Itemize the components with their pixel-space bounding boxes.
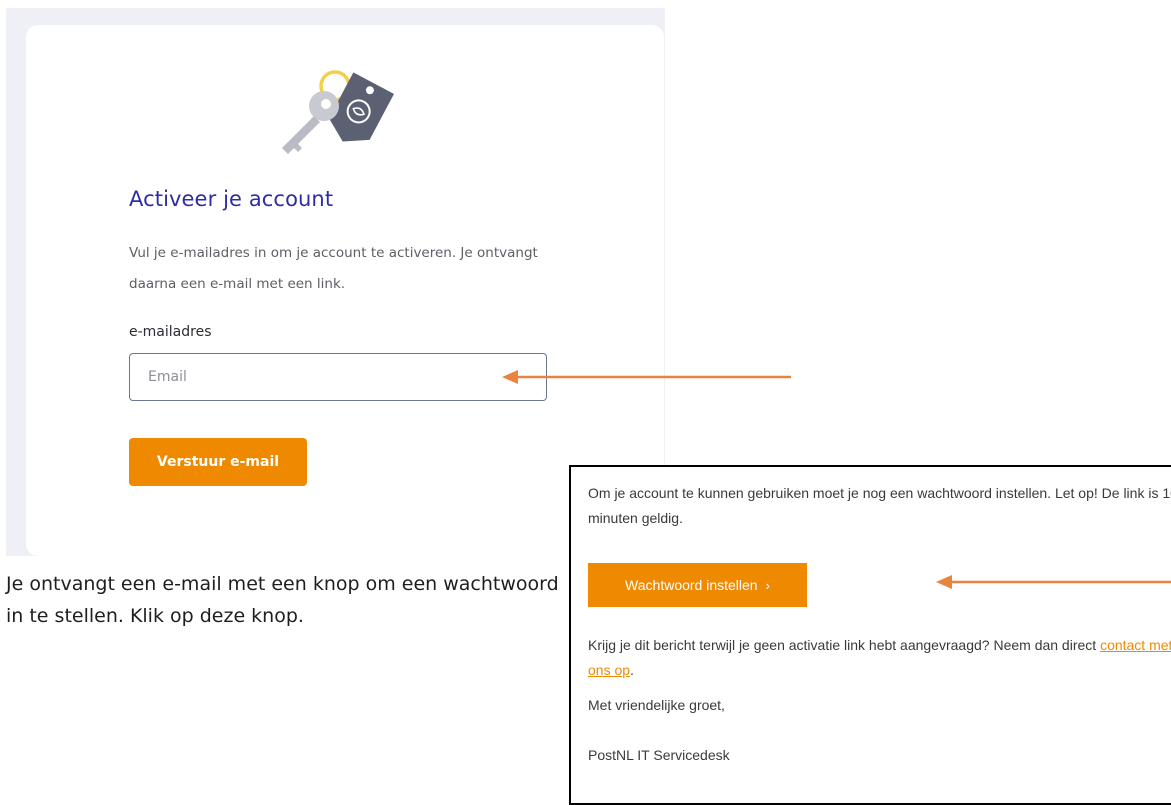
instruction-caption: Je ontvangt een e-mail met een knop om e… — [6, 573, 559, 627]
email-greeting: Met vriendelijke groet, — [588, 697, 725, 713]
send-email-button[interactable]: Verstuur e-mail — [129, 438, 307, 486]
arrow-to-email-field — [502, 370, 791, 384]
email-field-label: e-mailadres — [129, 324, 212, 340]
email-notice-after-link: . — [630, 662, 634, 678]
email-preview: Om je account te kunnen gebruiken moet j… — [569, 465, 1171, 805]
keys-with-tag-icon — [282, 70, 394, 154]
email-intro-text: Om je account te kunnen gebruiken moet j… — [588, 485, 1171, 526]
set-password-button-label: Wachtwoord instellen — [625, 577, 758, 593]
page-title: Activeer je account — [129, 187, 334, 211]
arrow-to-set-password-button — [936, 575, 1171, 589]
email-signature: PostNL IT Servicedesk — [588, 747, 730, 763]
activation-description: Vul je e-mailadres in om je account te a… — [129, 245, 538, 292]
set-password-button[interactable]: Wachtwoord instellen › — [588, 563, 807, 607]
chevron-right-icon: › — [765, 577, 770, 593]
email-notice-before-link: Krijg je dit bericht terwijl je geen act… — [588, 637, 1101, 653]
email-field[interactable] — [129, 353, 547, 401]
email-notice-text: Krijg je dit bericht terwijl je geen act… — [588, 633, 1171, 683]
